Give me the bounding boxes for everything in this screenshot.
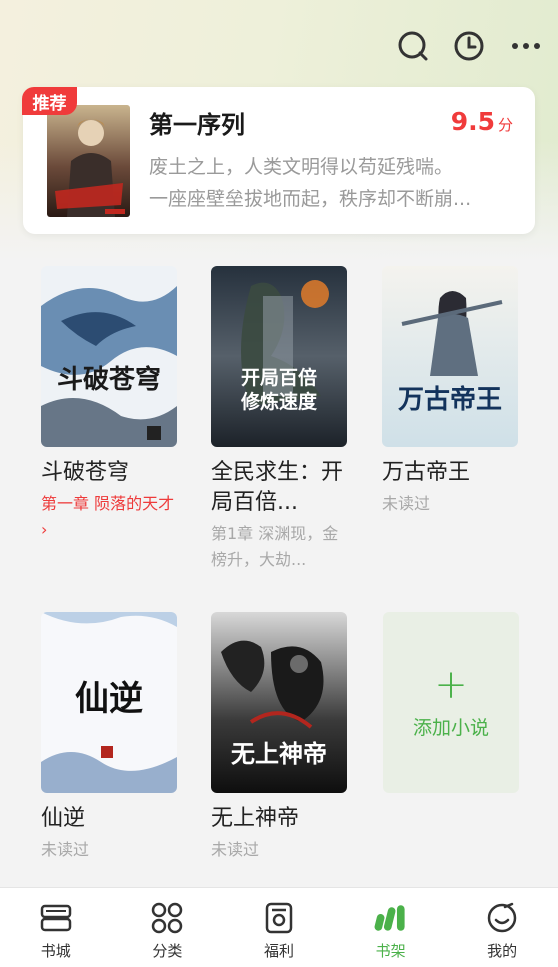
bookshelf-item[interactable]: 开局百倍 修炼速度 全民求生：开局百倍... 第1章 深渊现，金榜升，大劫... xyxy=(211,266,348,573)
book-title: 斗破苍穹 xyxy=(41,460,130,485)
svg-text:仙逆: 仙逆 xyxy=(75,679,143,719)
nav-item-profile[interactable]: 我的 xyxy=(446,888,558,967)
nav-label: 书架 xyxy=(375,942,406,960)
bottom-navigation: 书城 分类 福利 书架 我的 xyxy=(0,887,558,967)
recommend-badge: 推荐 xyxy=(22,87,77,115)
bookstore-icon xyxy=(39,901,73,935)
book-title: 无上神帝 xyxy=(211,806,300,831)
nav-item-bookshelf[interactable]: 书架 xyxy=(335,888,447,967)
nav-item-category[interactable]: 分类 xyxy=(112,888,224,967)
category-icon xyxy=(150,901,184,935)
svg-text:无上神帝: 无上神帝 xyxy=(231,739,327,768)
nav-label: 福利 xyxy=(263,942,294,960)
search-icon[interactable] xyxy=(393,26,433,66)
add-novel-label: 添加小说 xyxy=(412,717,489,739)
svg-text:修炼速度: 修炼速度 xyxy=(240,390,318,413)
history-icon[interactable] xyxy=(449,26,489,66)
score-unit: 分 xyxy=(497,116,513,134)
nav-label: 我的 xyxy=(487,942,518,960)
description-line: 一座座壁垒拔地而起，秩序却不断崩... xyxy=(149,188,472,210)
book-cover[interactable]: 斗破苍穹 xyxy=(41,266,177,447)
featured-book-card[interactable]: 推荐 第一序列 9.5 分 废土之上，人类文明得以苟延残喘。 一座座壁垒拔地而起… xyxy=(22,87,535,234)
featured-book-score: 9.5 分 xyxy=(451,107,513,136)
featured-book-description: 废土之上，人类文明得以苟延残喘。 一座座壁垒拔地而起，秩序却不断崩... xyxy=(149,151,509,215)
plus-icon: + xyxy=(434,662,468,708)
svg-text:开局百倍: 开局百倍 xyxy=(241,366,317,389)
book-progress: 未读过 xyxy=(382,494,431,513)
welfare-icon xyxy=(262,901,296,935)
nav-item-bookstore[interactable]: 书城 xyxy=(0,888,112,967)
featured-book-title: 第一序列 xyxy=(149,111,245,139)
book-title: 万古帝王 xyxy=(382,460,471,485)
bookshelf-icon xyxy=(374,901,408,935)
book-cover[interactable]: 开局百倍 修炼速度 xyxy=(211,266,347,447)
book-cover[interactable]: 仙逆 xyxy=(41,612,177,793)
bookshelf-item[interactable]: 万古帝王 万古帝王 未读过 xyxy=(382,266,519,517)
add-novel-button[interactable]: + 添加小说 xyxy=(383,612,519,793)
nav-label: 分类 xyxy=(152,942,183,960)
book-cover[interactable]: 万古帝王 xyxy=(382,266,518,447)
book-progress: 未读过 xyxy=(41,840,90,859)
book-progress[interactable]: 第一章 陨落的天才 › xyxy=(41,491,178,543)
book-title: 仙逆 xyxy=(41,806,86,831)
nav-label: 书城 xyxy=(40,942,71,960)
bookshelf-item[interactable]: 无上神帝 无上神帝 未读过 xyxy=(211,612,348,863)
book-progress: 未读过 xyxy=(211,840,260,859)
description-line: 废土之上，人类文明得以苟延残喘。 xyxy=(149,156,454,178)
book-cover[interactable]: 无上神帝 xyxy=(211,612,347,793)
nav-item-welfare[interactable]: 福利 xyxy=(223,888,335,967)
book-title: 全民求生：开局百倍... xyxy=(211,460,344,515)
bookshelf-item[interactable]: 仙逆 仙逆 未读过 xyxy=(41,612,178,863)
bookshelf-item[interactable]: 斗破苍穹 斗破苍穹 第一章 陨落的天才 › xyxy=(41,266,178,543)
more-icon[interactable] xyxy=(506,26,546,66)
score-value: 9.5 xyxy=(450,107,495,136)
featured-book-cover[interactable] xyxy=(47,105,130,217)
svg-text:斗破苍穹: 斗破苍穹 xyxy=(57,364,161,395)
svg-text:万古帝王: 万古帝王 xyxy=(398,384,502,415)
profile-icon xyxy=(485,901,519,935)
book-progress[interactable]: 第1章 深渊现，金榜升，大劫... xyxy=(211,521,348,573)
